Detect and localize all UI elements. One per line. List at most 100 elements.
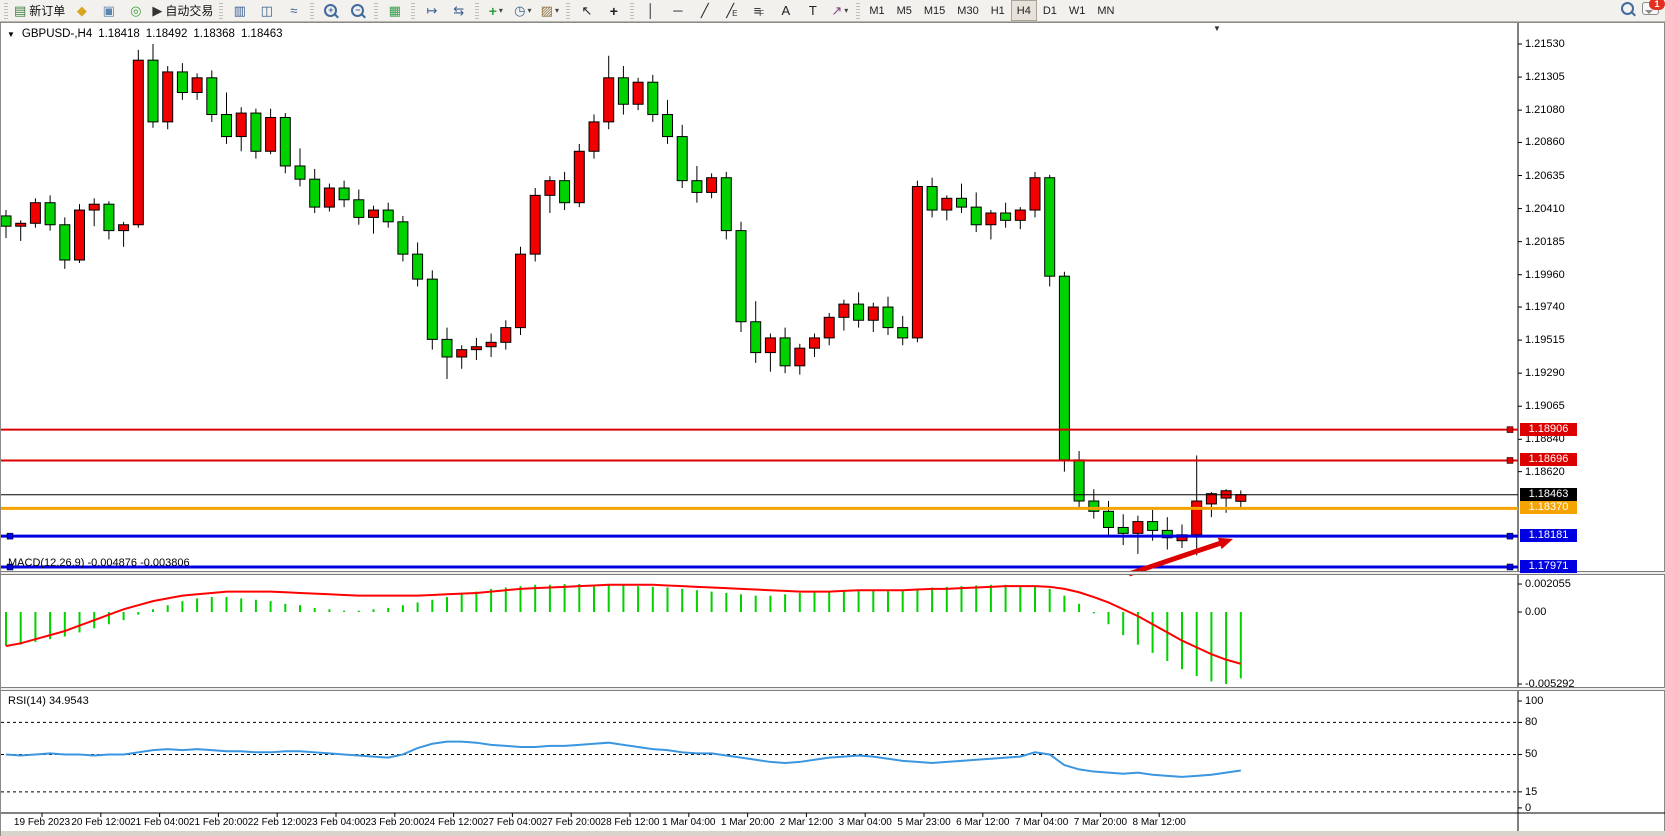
crosshair-icon[interactable]: + [600, 0, 627, 21]
candle [545, 181, 555, 196]
time-axis-label: 21 Feb 20:00 [189, 817, 248, 828]
notifications-icon[interactable]: 1 [1642, 2, 1659, 15]
horizontal-line-icon[interactable]: ─ [664, 0, 691, 21]
support-line-1-handle[interactable] [7, 533, 13, 539]
price-axis-tick-label: 1.19290 [1525, 367, 1565, 379]
tile-windows-icon[interactable]: ▦ [381, 0, 408, 21]
candle [618, 78, 628, 104]
auto-trading-button[interactable]: ▶自动交易 [149, 0, 216, 21]
price-axis-tick-label: 1.19960 [1525, 269, 1565, 281]
candle [648, 82, 658, 114]
main-toolbar: ▤新订单◆▣◎▶自动交易▥◫≈+−▦↦⇆+▾◷▾▨▾↖+│─╱╱E≡FAT↗▾M… [0, 0, 1665, 22]
chart-canvas[interactable] [1, 23, 1665, 836]
candle [413, 254, 423, 279]
bar-chart-icon-glyph: ▥ [234, 4, 246, 17]
zoom-in-icon[interactable]: + [317, 0, 344, 21]
chart-shift-icon[interactable]: ⇆ [445, 0, 472, 21]
zoom-out-icon[interactable]: − [344, 0, 371, 21]
candle [751, 322, 761, 353]
chart-shift-marker-icon[interactable]: ▼ [1213, 24, 1221, 33]
text-icon[interactable]: A [772, 0, 799, 21]
candle [721, 178, 731, 231]
line-chart-icon[interactable]: ≈ [280, 0, 307, 21]
profile-icon[interactable]: ▣ [95, 0, 122, 21]
timeframe-group: M1M5M15M30H1H4D1W1MN [863, 0, 1120, 22]
cursor-icon[interactable]: ↖ [573, 0, 600, 21]
candle [810, 338, 820, 348]
fibonacci-icon[interactable]: ≡F [745, 0, 772, 21]
candle [339, 188, 349, 200]
price-axis-tick-label: 1.19065 [1525, 400, 1565, 412]
candle [795, 348, 805, 366]
price-axis-tick-label: 1.20410 [1525, 203, 1565, 215]
rsi-axis-tick-label: 100 [1525, 695, 1543, 707]
candle [971, 207, 981, 225]
candle [1045, 178, 1055, 276]
timeframe-button-h1[interactable]: H1 [985, 0, 1011, 21]
templates-button-glyph: ▨ [541, 4, 553, 17]
auto-scroll-icon[interactable]: ↦ [418, 0, 445, 21]
candle [824, 317, 834, 338]
arrow-annotation[interactable] [1129, 542, 1225, 574]
time-axis-label: 3 Mar 04:00 [839, 817, 892, 828]
chart-type-group: ▥ ◫≈ [226, 0, 307, 22]
indicators-button-glyph: + [489, 4, 497, 18]
candle [133, 60, 143, 225]
macd-axis-tick-label: 0.00 [1525, 606, 1546, 618]
macd-label: MACD(12,26,9) -0.004876 -0.003806 [8, 557, 190, 569]
candle [942, 198, 952, 210]
insert-group: +▾◷▾▨▾ [482, 0, 563, 22]
bar-chart-icon[interactable]: ▥ [226, 0, 253, 21]
support-line-2-handle[interactable] [1507, 564, 1513, 570]
candle [236, 113, 246, 137]
candle [839, 304, 849, 317]
new-order-button[interactable]: ▤新订单 [11, 0, 68, 21]
timeframe-button-w1[interactable]: W1 [1063, 0, 1092, 21]
time-axis-label: 23 Feb 04:00 [307, 817, 366, 828]
candle [633, 82, 643, 104]
timeframe-button-m30[interactable]: M30 [951, 0, 984, 21]
timeframe-button-m15[interactable]: M15 [918, 0, 951, 21]
candle [383, 210, 393, 222]
resistance-line-2-handle[interactable] [1507, 457, 1513, 463]
time-axis-label: 27 Feb 04:00 [483, 817, 542, 828]
ohlc-close: 1.18463 [241, 28, 283, 40]
periods-button[interactable]: ◷▾ [509, 0, 536, 21]
window-bottom-strip [1, 831, 1665, 836]
timeframe-button-mn[interactable]: MN [1091, 0, 1120, 21]
candlestick-chart-icon[interactable]: ◫ [253, 0, 280, 21]
chart-shift-icon-glyph: ⇆ [453, 4, 464, 17]
candle [1015, 210, 1025, 220]
panel-separator-rsi[interactable] [1, 687, 1665, 691]
resistance-line-1-handle[interactable] [1507, 427, 1513, 433]
candle [1030, 178, 1040, 210]
templates-button[interactable]: ▨▾ [536, 0, 563, 21]
timeframe-button-d1[interactable]: D1 [1037, 0, 1063, 21]
vertical-line-icon[interactable]: │ [637, 0, 664, 21]
candle [427, 279, 437, 339]
signal-icon[interactable]: ◎ [122, 0, 149, 21]
equidistant-channel-icon[interactable]: ╱E [718, 0, 745, 21]
collapse-triangle-icon[interactable]: ▼ [7, 30, 15, 39]
timeframe-button-m5[interactable]: M5 [891, 0, 918, 21]
eraser-icon[interactable]: ◆ [68, 0, 95, 21]
candle [663, 115, 673, 137]
timeframe-button-m1[interactable]: M1 [863, 0, 890, 21]
candle [1104, 511, 1114, 527]
panel-separator-macd[interactable] [1, 571, 1665, 575]
support-line-1-handle[interactable] [1507, 533, 1513, 539]
candle [295, 166, 305, 179]
orange-level-line-price-label: 1.18370 [1520, 501, 1577, 514]
arrows-icon[interactable]: ↗▾ [826, 0, 853, 21]
candle [574, 151, 584, 202]
text-label-icon[interactable]: T [799, 0, 826, 21]
candle [1059, 276, 1069, 460]
signal-icon-glyph: ◎ [130, 4, 141, 17]
search-icon[interactable] [1621, 2, 1634, 15]
arrow-annotation-head[interactable] [1218, 538, 1233, 549]
timeframe-button-h4[interactable]: H4 [1011, 0, 1037, 21]
price-axis-tick-label: 1.20635 [1525, 170, 1565, 182]
candle [398, 222, 408, 254]
trendline-icon[interactable]: ╱ [691, 0, 718, 21]
indicators-button[interactable]: +▾ [482, 0, 509, 21]
